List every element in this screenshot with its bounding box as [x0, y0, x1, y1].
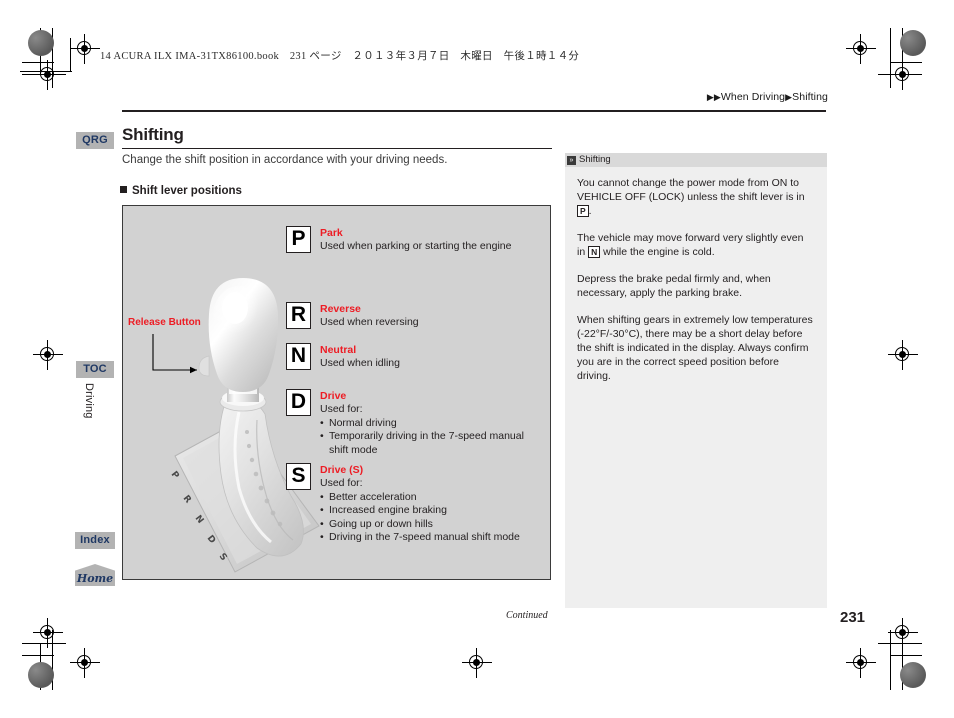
note-panel-body: You cannot change the power mode from ON…: [565, 167, 827, 383]
breadcrumb: ▶▶When Driving▶Shifting: [707, 91, 828, 103]
note-panel-header: » Shifting: [565, 153, 827, 167]
breadcrumb-item-when-driving[interactable]: When Driving: [721, 91, 785, 103]
print-job-header: 14 ACURA ILX IMA-31TX86100.book 231 ページ …: [100, 51, 580, 62]
list-item: Better acceleration: [320, 491, 520, 505]
gear-letter-box-s: S: [286, 463, 311, 490]
gear-name-park: Park: [320, 227, 343, 239]
registration-mark-top-right-b: [888, 60, 918, 90]
registration-mark-top-right-a: [846, 34, 876, 64]
gear-bullets-drive-s: Better acceleration Increased engine bra…: [320, 491, 520, 545]
section-tab-label-driving: Driving: [83, 383, 95, 419]
registration-mark-bottom-left-a: [70, 648, 100, 678]
gear-name-drive: Drive: [320, 390, 347, 402]
gear-entry-reverse: R Reverse Used when reversing: [286, 302, 419, 330]
breadcrumb-separator-icon: ▶: [785, 91, 793, 102]
registration-mark-bottom-center: [462, 648, 492, 678]
halftone-dot-bottom-right: [900, 662, 926, 688]
header-divider: [122, 110, 826, 112]
note-panel-title: Shifting: [579, 154, 611, 165]
page-title: Shifting: [122, 125, 184, 144]
list-item: Driving in the 7-speed manual shift mode: [320, 531, 520, 545]
note-paragraph-1: You cannot change the power mode from ON…: [577, 176, 814, 218]
registration-mark-top-left-a: [70, 34, 100, 64]
shift-lever-diagram-panel: P R N D S Release Button P Park Used whe…: [122, 205, 551, 580]
page-intro-text: Change the shift position in accordance …: [122, 154, 448, 166]
home-button-label: Home: [76, 572, 114, 585]
square-bullet-icon: [120, 186, 127, 193]
list-item: Increased engine braking: [320, 504, 520, 518]
section-heading: Shift lever positions: [120, 185, 242, 197]
gear-entry-neutral: N Neutral Used when idling: [286, 343, 400, 371]
chevron-double-right-icon: »: [567, 155, 576, 165]
title-divider: [122, 148, 552, 149]
gear-entry-park: P Park Used when parking or starting the…: [286, 226, 511, 254]
note-paragraph-3: Depress the brake pedal firmly and, when…: [577, 273, 771, 299]
list-item: Normal driving: [320, 417, 524, 431]
gear-letter-box-n: N: [286, 343, 311, 370]
gear-letter-box-r: R: [286, 302, 311, 329]
registration-mark-bottom-right-b: [888, 618, 918, 648]
continued-label: Continued: [506, 610, 548, 621]
list-item-continuation: shift mode: [329, 443, 378, 456]
note-paragraph-2-tail: while the engine is cold.: [600, 246, 715, 258]
registration-mark-bottom-right-a: [846, 648, 876, 678]
list-item: Going up or down hills: [320, 518, 520, 532]
sidebar-item-toc[interactable]: TOC: [76, 361, 114, 378]
gear-name-reverse: Reverse: [320, 303, 361, 315]
halftone-dot-top-right: [900, 30, 926, 56]
svg-text:P: P: [169, 470, 181, 482]
note-panel: » Shifting You cannot change the power m…: [565, 153, 827, 608]
svg-text:R: R: [181, 494, 193, 506]
registration-mark-top-left-b: [33, 60, 63, 90]
section-heading-label: Shift lever positions: [132, 185, 242, 197]
gear-bullets-drive: Normal driving Temporarily driving in th…: [320, 417, 524, 458]
gear-entry-drive: D Drive Used for: Normal driving Tempora…: [286, 389, 524, 457]
registration-mark-left-middle: [33, 340, 63, 370]
gear-name-drive-s: Drive (S): [320, 464, 364, 476]
sidebar-item-home[interactable]: Home: [75, 564, 115, 586]
inline-gear-box-p: P: [577, 204, 589, 217]
svg-text:N: N: [193, 514, 206, 526]
gear-desc-park: Used when parking or starting the engine: [320, 240, 512, 252]
breadcrumb-item-shifting[interactable]: Shifting: [792, 91, 828, 103]
registration-mark-bottom-left-b: [33, 618, 63, 648]
header-vertical-rule: [70, 38, 71, 72]
gear-desc-drive: Used for:: [320, 403, 363, 415]
registration-mark-right-middle: [888, 340, 918, 370]
gear-desc-neutral: Used when idling: [320, 357, 400, 369]
gear-name-neutral: Neutral: [320, 344, 357, 356]
note-paragraph-1-text: You cannot change the power mode from ON…: [577, 177, 805, 203]
inline-gear-box-n: N: [588, 245, 601, 258]
sidebar-item-index[interactable]: Index: [75, 532, 115, 549]
note-paragraph-4: When shifting gears in extremely low tem…: [577, 314, 813, 382]
page-number: 231: [840, 609, 866, 626]
halftone-dot-top-left: [28, 30, 54, 56]
svg-text:S: S: [217, 552, 229, 563]
gear-letter-box-d: D: [286, 389, 311, 416]
sidebar-item-qrg[interactable]: QRG: [76, 132, 114, 149]
header-horizontal-rule: [20, 71, 72, 72]
list-item: Temporarily driving in the 7-speed manua…: [320, 430, 524, 444]
gear-desc-drive-s: Used for:: [320, 477, 363, 489]
breadcrumb-lead-arrows-icon: ▶▶: [706, 91, 721, 102]
gear-entry-drive-s: S Drive (S) Used for: Better acceleratio…: [286, 463, 520, 545]
gear-letter-box-p: P: [286, 226, 311, 253]
note-paragraph-1-tail: .: [588, 205, 592, 217]
halftone-dot-bottom-left: [28, 662, 54, 688]
note-paragraph-2: The vehicle may move forward very slight…: [577, 231, 814, 259]
svg-text:D: D: [205, 534, 217, 546]
release-button-label: Release Button: [128, 317, 201, 328]
gear-desc-reverse: Used when reversing: [320, 316, 419, 328]
